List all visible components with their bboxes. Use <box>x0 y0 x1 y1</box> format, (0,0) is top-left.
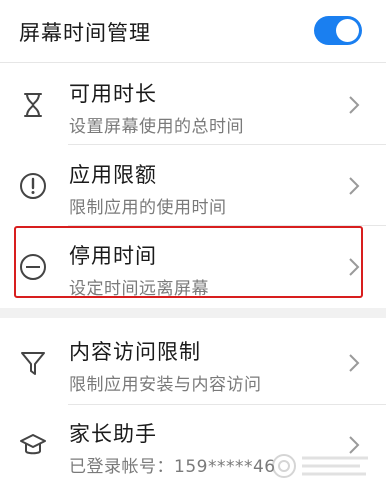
settings-card-top: 屏幕时间管理 可用时长 设置屏幕使用的总时间 应用限额 限制应用的使用时间 停用… <box>0 0 386 308</box>
item-title: 应用限额 <box>69 163 157 187</box>
chevron-right-icon <box>349 354 360 372</box>
item-title: 家长助手 <box>69 422 157 446</box>
watermark-logo <box>272 454 368 478</box>
divider <box>0 62 386 63</box>
item-title: 可用时长 <box>69 82 157 106</box>
chevron-right-icon <box>349 96 360 114</box>
screen-time-toggle[interactable] <box>314 16 362 45</box>
hourglass-icon <box>24 93 42 117</box>
toggle-knob <box>336 19 359 42</box>
item-subtitle: 已登录帐号：159*****46 <box>69 457 276 477</box>
list-item-app-limits[interactable]: 应用限额 限制应用的使用时间 <box>0 145 386 225</box>
item-subtitle: 限制应用的使用时间 <box>69 198 227 218</box>
list-item-available-time[interactable]: 可用时长 设置屏幕使用的总时间 <box>0 64 386 144</box>
exclamation-circle-icon <box>20 173 46 199</box>
highlight-annotation-box <box>14 226 363 298</box>
screen-time-header: 屏幕时间管理 <box>0 0 386 62</box>
item-title: 内容访问限制 <box>69 340 201 364</box>
item-subtitle: 限制应用安装与内容访问 <box>69 375 262 395</box>
page-title: 屏幕时间管理 <box>19 21 151 45</box>
chevron-right-icon <box>349 177 360 195</box>
graduation-cap-icon <box>20 434 46 455</box>
list-item-content-restrictions[interactable]: 内容访问限制 限制应用安装与内容访问 <box>0 322 386 402</box>
item-subtitle: 设置屏幕使用的总时间 <box>69 117 244 137</box>
filter-icon <box>21 352 45 375</box>
